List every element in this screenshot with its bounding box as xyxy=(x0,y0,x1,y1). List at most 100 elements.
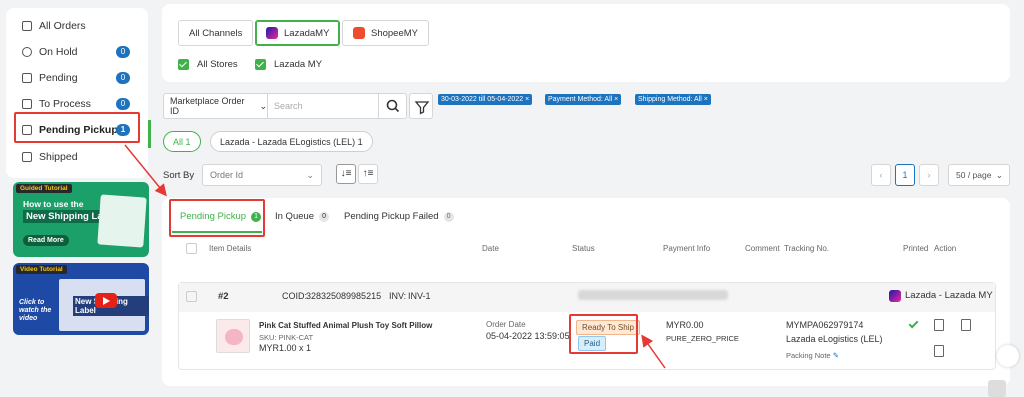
prev-page-button[interactable]: ‹ xyxy=(871,164,891,186)
sidebar-item-pending[interactable]: Pending 0 xyxy=(6,66,148,90)
sort-asc-icon[interactable]: ↑≡ xyxy=(358,164,378,184)
banner-line: How to use the xyxy=(23,199,84,209)
col-printed: Printed xyxy=(903,244,929,253)
channel-all[interactable]: All Channels xyxy=(178,20,254,46)
order-date-label: Order Date xyxy=(486,320,526,329)
tab-pending-pickup-failed[interactable]: Pending Pickup Failed 0 xyxy=(344,211,454,222)
sort-label: Sort By xyxy=(163,170,195,181)
count-badge: 0 xyxy=(116,72,130,84)
sidebar-item-shipped[interactable]: Shipped xyxy=(6,145,148,169)
order-number: #2 xyxy=(218,291,229,302)
coid-label: COID: xyxy=(282,291,308,301)
col-tracking: Tracking No. xyxy=(784,244,830,253)
channel-panel: All Channels LazadaMY ShopeeMY All Store… xyxy=(162,4,1010,82)
shipping-label-illustration xyxy=(97,194,147,248)
tab-count: 0 xyxy=(319,211,330,222)
per-page-select[interactable]: 50 / page ⌄ xyxy=(948,164,1010,186)
pencil-icon[interactable]: ✎ xyxy=(833,351,839,360)
filter-button[interactable] xyxy=(409,93,433,119)
store-lazada-checkbox[interactable]: Lazada MY xyxy=(255,59,322,70)
close-icon[interactable]: × xyxy=(704,96,708,103)
print-document-icon[interactable] xyxy=(934,319,944,331)
close-icon[interactable]: × xyxy=(525,96,529,103)
sidebar: All Orders On Hold 0 Pending 0 To Process 0… xyxy=(6,8,151,178)
lazada-logo-icon xyxy=(889,290,901,302)
channel-lazada[interactable]: LazadaMY xyxy=(255,20,341,46)
col-action: Action xyxy=(934,244,957,253)
checkbox-checked-icon xyxy=(178,59,189,70)
packing-note-link[interactable]: Packing Note ✎ xyxy=(786,351,839,360)
pill-lazada-lel[interactable]: Lazada - Lazada ELogistics (LEL) 1 xyxy=(210,131,373,152)
page-current[interactable]: 1 xyxy=(895,164,915,186)
chevron-down-icon: ⌄ xyxy=(995,170,1003,180)
col-status: Status xyxy=(572,244,595,253)
chevron-down-icon: ⌄ xyxy=(259,100,267,111)
clock-icon xyxy=(22,47,32,57)
product-name: Pink Cat Stuffed Animal Plush Toy Soft P… xyxy=(259,321,433,330)
shipping-label-banner[interactable]: Guided Tutorial How to use the New Shipp… xyxy=(13,182,149,257)
read-more-button[interactable]: Read More xyxy=(23,235,69,246)
highlight-box xyxy=(569,314,638,354)
highlight-box xyxy=(169,199,265,237)
clipboard-icon xyxy=(22,99,32,109)
active-indicator xyxy=(148,120,151,148)
chevron-down-icon: ⌄ xyxy=(306,169,314,180)
inv-label: INV: xyxy=(389,291,407,301)
banner-tag: Video Tutorial xyxy=(16,265,67,274)
inv-value: INV-1 xyxy=(408,291,431,301)
sidebar-item-all-orders[interactable]: All Orders xyxy=(6,14,148,38)
print-invoice-icon[interactable] xyxy=(961,319,971,331)
plush-cat-icon xyxy=(225,329,243,345)
search-bar: Marketplace Order ID ⌄ Search xyxy=(163,93,407,119)
tracking-number: MYMPA062979174 xyxy=(786,320,864,330)
search-button[interactable] xyxy=(378,94,406,118)
product-price-qty: MYR1.00 x 1 xyxy=(259,343,312,353)
search-field-select[interactable]: Marketplace Order ID ⌄ xyxy=(164,94,268,118)
checkbox-checked-icon xyxy=(255,59,266,70)
video-tutorial-banner[interactable]: Video Tutorial Click to watch the video … xyxy=(13,263,149,335)
col-date: Date xyxy=(482,244,499,253)
order-checkbox[interactable] xyxy=(186,291,197,302)
document-icon[interactable] xyxy=(934,345,944,357)
list-icon xyxy=(22,21,32,31)
pill-all[interactable]: All 1 xyxy=(163,131,201,152)
col-payment-info: Payment Info xyxy=(663,244,711,253)
filter-chip-date[interactable]: 30-03-2022 till 05-04-2022 × xyxy=(438,94,533,105)
coid-value: 328325089985215 xyxy=(306,291,382,301)
tab-in-queue[interactable]: In Queue 0 xyxy=(275,211,330,222)
banner-tag: Guided Tutorial xyxy=(16,184,72,193)
highlight-box xyxy=(14,112,140,143)
search-icon xyxy=(386,99,400,113)
truck-icon xyxy=(22,152,32,162)
sort-select[interactable]: Order Id ⌄ xyxy=(202,164,322,186)
col-comment: Comment xyxy=(745,244,780,253)
payment-amount: MYR0.00 xyxy=(666,320,704,330)
logistics-provider: Lazada eLogistics (LEL) xyxy=(786,334,883,344)
count-badge: 0 xyxy=(116,46,130,58)
filter-chip-shipping[interactable]: Shipping Method: All × xyxy=(635,94,711,105)
order-date: 05-04-2022 13:59:05 xyxy=(486,331,570,341)
channel-shopee[interactable]: ShopeeMY xyxy=(342,20,430,46)
store-all-checkbox[interactable]: All Stores xyxy=(178,59,238,70)
next-page-button[interactable]: › xyxy=(919,164,939,186)
sort-desc-icon[interactable]: ↓≡ xyxy=(336,164,356,184)
shopee-logo-icon xyxy=(353,27,365,39)
sidebar-item-on-hold[interactable]: On Hold 0 xyxy=(6,40,148,64)
col-item-details: Item Details xyxy=(209,244,252,253)
search-input[interactable]: Search xyxy=(270,94,376,118)
lazada-logo-icon xyxy=(266,27,278,39)
layers-icon xyxy=(22,73,32,83)
play-icon[interactable] xyxy=(95,293,117,308)
message-icon[interactable] xyxy=(997,345,1019,367)
scroll-top-icon[interactable] xyxy=(988,380,1006,397)
select-all-checkbox[interactable] xyxy=(186,243,197,254)
blurred-address xyxy=(578,290,728,300)
tab-count: 0 xyxy=(443,211,454,222)
count-badge: 0 xyxy=(116,98,130,110)
banner-caption: Click to watch the video xyxy=(19,299,52,322)
funnel-icon xyxy=(414,101,430,115)
product-image[interactable] xyxy=(216,319,250,353)
filter-chip-payment[interactable]: Payment Method: All × xyxy=(545,94,622,105)
payment-type: PURE_ZERO_PRICE xyxy=(666,334,739,343)
close-icon[interactable]: × xyxy=(614,96,618,103)
